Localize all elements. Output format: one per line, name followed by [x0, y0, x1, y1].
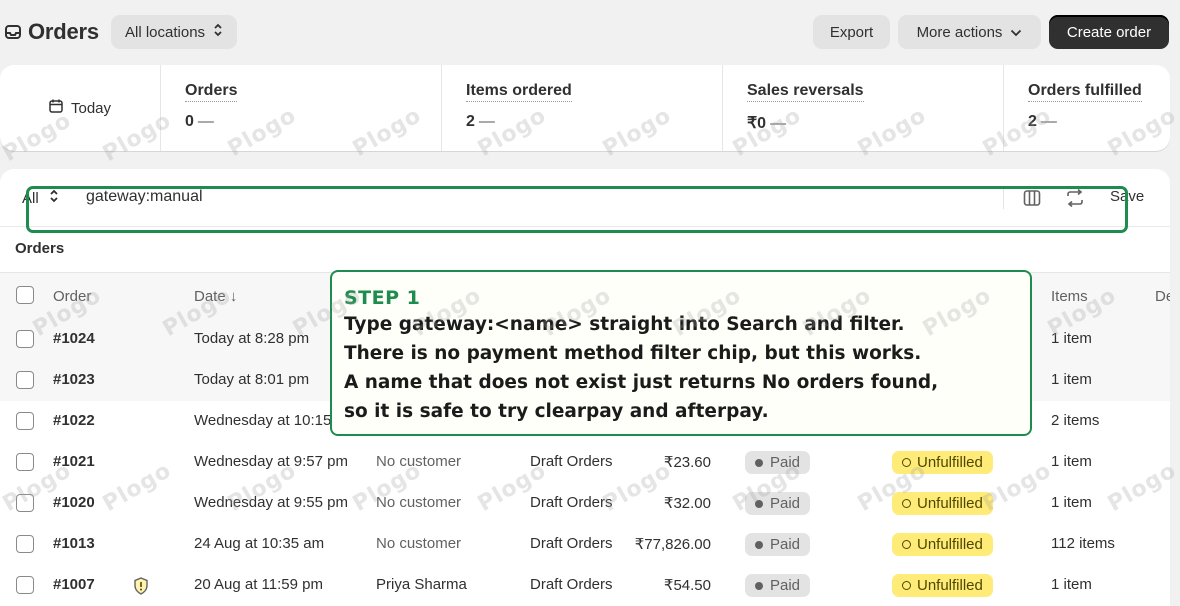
risk-alert-icon: [133, 577, 149, 600]
order-items: 1 item: [1051, 576, 1092, 593]
page-title: Orders: [28, 19, 99, 44]
order-number[interactable]: #1023: [53, 371, 95, 388]
table-row[interactable]: #1020 Wednesday at 9:55 pm No customer D…: [0, 483, 1170, 525]
callout-line: so it is safe to try clearpay and afterp…: [344, 401, 769, 422]
chevron-down-icon: [1010, 24, 1022, 41]
metric-value: 2—: [466, 113, 495, 130]
orders-inbox-icon: [4, 23, 22, 41]
payment-status-badge: Paid: [745, 492, 811, 515]
select-all-checkbox[interactable]: [16, 286, 34, 304]
order-customer: Priya Sharma: [376, 576, 467, 593]
payment-status-badge: Paid: [745, 574, 811, 597]
order-date: Wednesday at 9:57 pm: [194, 453, 348, 470]
order-channel: Draft Orders: [530, 576, 613, 593]
more-actions-label: More actions: [916, 23, 1003, 41]
row-checkbox[interactable]: [16, 576, 34, 594]
fulfillment-status-badge: Unfulfilled: [892, 533, 993, 556]
order-items: 1 item: [1051, 371, 1092, 388]
callout-line: There is no payment method filter chip, …: [344, 343, 922, 364]
page-title-group: Orders: [4, 19, 99, 45]
search-highlight-box: [26, 186, 1128, 233]
metrics-bar: Today Orders 0— Items ordered 2— Sales r…: [0, 65, 1170, 151]
payment-status-badge: Paid: [745, 451, 811, 474]
location-selector[interactable]: All locations: [111, 15, 238, 49]
page-header: Orders All locations Export More actions…: [0, 0, 1180, 64]
table-row[interactable]: #1007 20 Aug at 11:59 pm Priya Sharma Dr…: [0, 565, 1170, 606]
metric-label: Sales reversals: [747, 82, 864, 102]
metric-items-ordered[interactable]: Items ordered 2—: [441, 65, 723, 151]
fulfillment-status-badge: Unfulfilled: [892, 574, 993, 597]
table-row[interactable]: #1021 Wednesday at 9:57 pm No customer D…: [0, 442, 1170, 484]
column-header-delivery[interactable]: De: [1155, 288, 1170, 305]
metric-orders[interactable]: Orders 0—: [160, 65, 442, 151]
order-items: 2 items: [1051, 412, 1100, 429]
column-header-items[interactable]: Items: [1051, 288, 1088, 305]
order-customer: No customer: [376, 494, 462, 511]
metric-label: Orders: [185, 82, 238, 102]
more-actions-button[interactable]: More actions: [898, 15, 1041, 49]
order-date: 24 Aug at 10:35 am: [194, 535, 325, 552]
column-header-order[interactable]: Order: [53, 288, 91, 305]
order-channel: Draft Orders: [530, 494, 613, 511]
chevron-up-down-icon: [213, 22, 223, 42]
fulfillment-status-badge: Unfulfilled: [892, 451, 993, 474]
order-items: 112 items: [1051, 535, 1115, 552]
metric-orders-fulfilled[interactable]: Orders fulfilled 2—: [1003, 65, 1170, 151]
metric-sales-reversals[interactable]: Sales reversals ₹0—: [722, 65, 1004, 151]
order-customer: No customer: [376, 535, 462, 552]
tutorial-callout: STEP 1 Type gateway:<name> straight into…: [330, 270, 1032, 436]
tab-orders[interactable]: Orders: [15, 240, 64, 257]
date-range-button[interactable]: Today: [0, 65, 161, 151]
metric-value: 2—: [1028, 113, 1057, 130]
order-number[interactable]: #1021: [53, 453, 95, 470]
metric-value: 0—: [185, 113, 214, 130]
order-customer: No customer: [376, 453, 462, 470]
metric-label: Items ordered: [466, 82, 572, 102]
order-total: ₹77,826.00: [634, 536, 711, 553]
order-total: ₹54.50: [663, 577, 711, 594]
callout-line: A name that does not exist just returns …: [344, 372, 939, 393]
date-range-label: Today: [70, 99, 112, 117]
export-button[interactable]: Export: [813, 15, 890, 49]
export-button-label: Export: [829, 23, 874, 41]
order-date: Today at 8:28 pm: [194, 330, 310, 347]
order-number[interactable]: #1020: [53, 494, 95, 511]
order-total: ₹23.60: [663, 454, 711, 471]
order-items: 1 item: [1051, 494, 1092, 511]
order-channel: Draft Orders: [530, 535, 613, 552]
order-channel: Draft Orders: [530, 453, 613, 470]
order-date: Wednesday at 9:55 pm: [194, 494, 348, 511]
order-total: ₹32.00: [663, 495, 711, 512]
payment-status-badge: Paid: [745, 533, 811, 556]
order-date: Wednesday at 10:15: [194, 412, 332, 429]
order-date: Today at 8:01 pm: [194, 371, 310, 388]
create-order-button[interactable]: Create order: [1049, 15, 1169, 49]
create-order-label: Create order: [1066, 23, 1152, 41]
metric-value: ₹0—: [747, 115, 787, 132]
row-checkbox[interactable]: [16, 371, 34, 389]
order-date: 20 Aug at 11:59 pm: [194, 576, 323, 593]
order-number[interactable]: #1013: [53, 535, 95, 552]
row-checkbox[interactable]: [16, 453, 34, 471]
calendar-icon: [49, 99, 63, 117]
row-checkbox[interactable]: [16, 494, 34, 512]
metric-label: Orders fulfilled: [1028, 82, 1142, 102]
callout-line: Type gateway:<name> straight into Search…: [344, 314, 905, 335]
table-row[interactable]: #1013 24 Aug at 10:35 am No customer Dra…: [0, 524, 1170, 566]
row-checkbox[interactable]: [16, 330, 34, 348]
row-checkbox[interactable]: [16, 535, 34, 553]
fulfillment-status-badge: Unfulfilled: [892, 492, 993, 515]
callout-step-label: STEP 1: [344, 287, 421, 309]
order-number[interactable]: #1007: [53, 576, 95, 593]
order-items: 1 item: [1051, 330, 1092, 347]
order-number[interactable]: #1024: [53, 330, 95, 347]
order-number[interactable]: #1022: [53, 412, 95, 429]
row-checkbox[interactable]: [16, 412, 34, 430]
order-items: 1 item: [1051, 453, 1092, 470]
location-selector-label: All locations: [125, 23, 206, 41]
column-header-date[interactable]: Date ↓: [194, 288, 237, 305]
